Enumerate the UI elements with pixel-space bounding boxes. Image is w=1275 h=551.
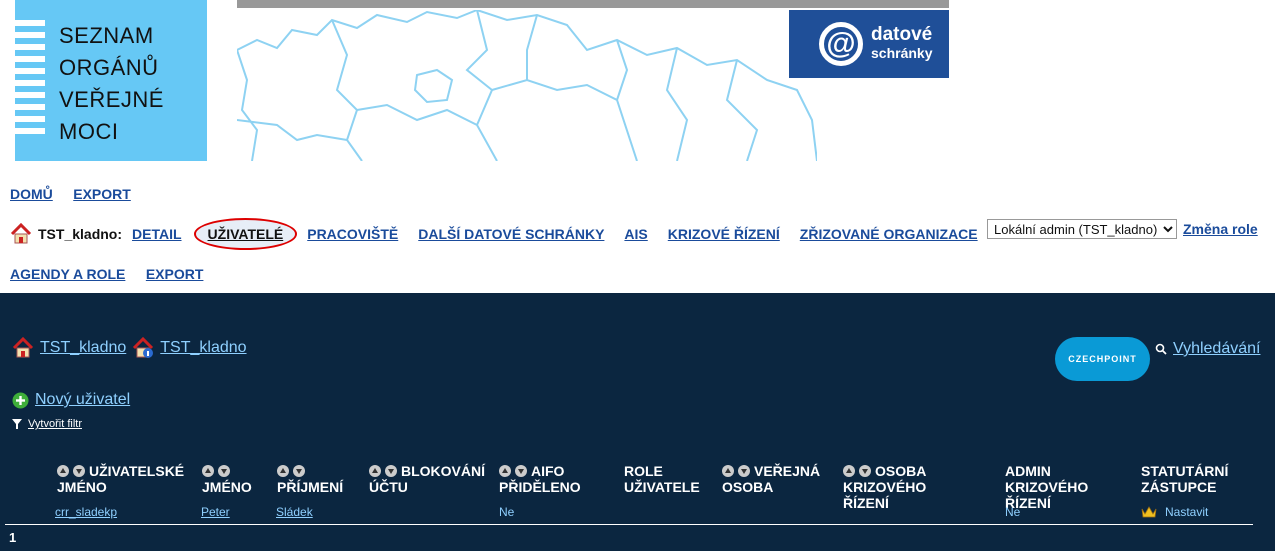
breadcrumb-link-1[interactable]: TST_kladno [40, 339, 126, 357]
sort-desc-icon[interactable] [73, 465, 85, 477]
page: SEZNAM ORGÁNŮ VEŘEJNÉ MOCI @ datové schr… [0, 0, 1275, 551]
czechpoint-part-2: POINT [1104, 354, 1137, 364]
sort-asc-icon[interactable] [369, 465, 381, 477]
breadcrumb-link-2[interactable]: TST_kladno [160, 339, 246, 357]
sort-asc-icon[interactable] [843, 465, 855, 477]
th-user-role: ROLE UŽIVATELE [624, 463, 700, 495]
logo-line-4: MOCI [59, 119, 119, 144]
add-icon [12, 392, 29, 408]
sort-desc-icon[interactable] [859, 465, 871, 477]
org-nav: TST_kladno: DETAIL UŽIVATELÉ PRACOVIŠTĚ … [10, 218, 998, 250]
ds-logo-line-2: schránky [871, 45, 933, 61]
at-sign-icon: @ [819, 22, 863, 66]
nav-workplaces-link[interactable]: PRACOVIŠTĚ [307, 226, 398, 242]
cell-crisis-admin: Ne [1005, 505, 1021, 519]
ds-logo-line-1: datové [871, 24, 933, 45]
logo-stripes [15, 20, 45, 140]
sort-desc-icon[interactable] [385, 465, 397, 477]
set-statutory-link[interactable]: Nastavit [1165, 505, 1208, 519]
sort-asc-icon[interactable] [277, 465, 289, 477]
breadcrumb: TST_kladno TST_kladno [12, 337, 253, 359]
pager-page-1[interactable]: 1 [9, 530, 16, 545]
top-nav: DOMŮ EXPORT [10, 186, 147, 204]
crown-icon [1141, 506, 1157, 518]
cell-username-link[interactable]: crr_sladekp [55, 505, 117, 519]
cell-last-name-link[interactable]: Sládek [276, 505, 313, 519]
sort-desc-icon[interactable] [218, 465, 230, 477]
sort-asc-icon[interactable] [202, 465, 214, 477]
nav-agendas-roles-link[interactable]: AGENDY A ROLE [10, 266, 125, 282]
create-filter-link[interactable]: Vytvořit filtr [28, 418, 82, 430]
filter-area: Vytvořit filtr [12, 418, 82, 430]
logo-line-2: ORGÁNŮ [59, 55, 159, 80]
org-name-label: TST_kladno: [38, 226, 123, 242]
new-user-area: Nový uživatel [12, 391, 130, 409]
logo-text: SEZNAM ORGÁNŮ VEŘEJNÉ MOCI [59, 20, 164, 148]
sort-asc-icon[interactable] [499, 465, 511, 477]
nav-export-2-link[interactable]: EXPORT [146, 266, 204, 282]
filter-icon [12, 419, 22, 429]
datove-schranky-logo[interactable]: @ datové schránky [789, 10, 949, 78]
nav-crisis-management-link[interactable]: KRIZOVÉ ŘÍZENÍ [668, 226, 780, 242]
search-area: Vyhledávání [1155, 340, 1260, 358]
sort-asc-icon[interactable] [57, 465, 69, 477]
sort-desc-icon[interactable] [738, 465, 750, 477]
czechpoint-part-1: CZECH [1068, 354, 1105, 364]
sort-asc-icon[interactable] [722, 465, 734, 477]
new-user-link[interactable]: Nový uživatel [35, 391, 130, 409]
role-switcher: Lokální admin (TST_kladno) Změna role [987, 219, 1258, 239]
nav-export-link[interactable]: EXPORT [73, 186, 131, 202]
th-account-blocking[interactable]: BLOKOVÁNÍ ÚČTU [369, 463, 494, 495]
cell-first-name-link[interactable]: Peter [201, 505, 230, 519]
th-username[interactable]: UŽIVATELSKÉ JMÉNO [57, 463, 197, 495]
th-first-name[interactable]: JMÉNO [202, 463, 262, 495]
cell-aifo: Ne [499, 505, 515, 519]
seznam-logo[interactable]: SEZNAM ORGÁNŮ VEŘEJNÉ MOCI [15, 0, 207, 161]
th-public-person[interactable]: VEŘEJNÁ OSOBA [722, 463, 832, 495]
house-info-icon [133, 337, 154, 358]
th-aifo-assigned[interactable]: AIFO PŘIDĚLENO [499, 463, 599, 495]
content-panel: TST_kladno TST_kladno CZECHPOINT Vyhledá… [0, 293, 1275, 551]
czechpoint-logo: CZECHPOINT [1055, 337, 1150, 381]
change-role-link[interactable]: Změna role [1183, 221, 1258, 237]
bottom-nav: AGENDY A ROLE EXPORT [10, 266, 219, 284]
table-divider [5, 524, 1253, 525]
logo-line-1: SEZNAM [59, 23, 154, 48]
house-icon [12, 337, 34, 358]
logo-line-3: VEŘEJNÉ [59, 87, 164, 112]
nav-detail-link[interactable]: DETAIL [132, 226, 182, 242]
role-select[interactable]: Lokální admin (TST_kladno) [987, 219, 1177, 239]
nav-users-link-active[interactable]: UŽIVATELÉ [193, 218, 298, 250]
th-statutory-representative: STATUTÁRNÍ ZÁSTUPCE [1141, 463, 1229, 495]
nav-home-link[interactable]: DOMŮ [10, 186, 53, 202]
th-crisis-person[interactable]: OSOBA KRIZOVÉHO ŘÍZENÍ [843, 463, 973, 511]
cell-statutory: Nastavit [1141, 505, 1208, 519]
search-link[interactable]: Vyhledávání [1173, 340, 1260, 358]
nav-ais-link[interactable]: AIS [624, 226, 647, 242]
map-outline-image [237, 10, 817, 161]
nav-other-data-boxes-link[interactable]: DALŠÍ DATOVÉ SCHRÁNKY [418, 226, 604, 242]
sort-desc-icon[interactable] [293, 465, 305, 477]
th-last-name[interactable]: PŘÍJMENÍ [277, 463, 357, 495]
nav-established-orgs-link[interactable]: ZŘIZOVANÉ ORGANIZACE [800, 226, 978, 242]
house-icon [10, 223, 32, 244]
sort-desc-icon[interactable] [515, 465, 527, 477]
search-icon [1155, 343, 1167, 355]
th-crisis-admin: ADMIN KRIZOVÉHO ŘÍZENÍ [1005, 463, 1089, 511]
header-grey-bar [237, 0, 949, 8]
